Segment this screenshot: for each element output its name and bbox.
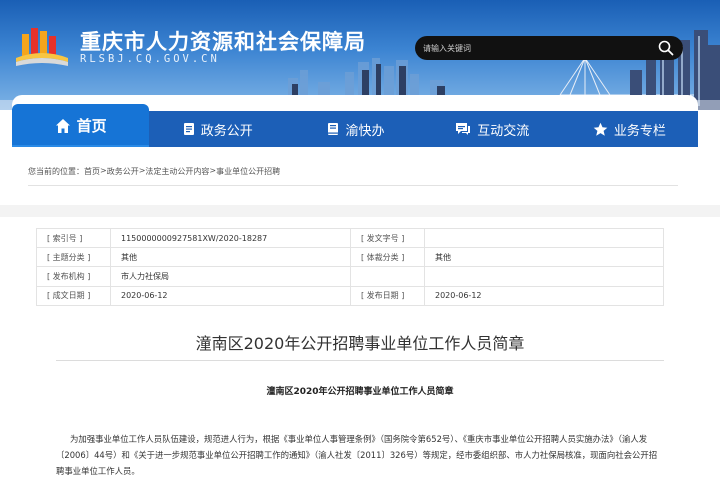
- meta-value: [424, 266, 664, 287]
- nav-item-interaction[interactable]: 互动交流: [424, 111, 561, 147]
- breadcrumb-link-recruitment[interactable]: 事业单位公开招聘: [216, 166, 280, 177]
- nav-label-gov-affairs: 政务公开: [200, 123, 253, 139]
- nav-label-interaction: 互动交流: [477, 123, 530, 139]
- search-input[interactable]: [423, 40, 645, 56]
- meta-value: 其他: [424, 247, 664, 268]
- meta-key: [ 发布机构 ]: [36, 266, 111, 287]
- site-domain: RLSBJ.CQ.GOV.CN: [80, 53, 220, 65]
- table-row: [ 发布机构 ] 市人力社保局: [36, 266, 664, 287]
- meta-value: 1150000000927581XW/2020-18287: [110, 227, 351, 249]
- meta-value: [424, 227, 664, 249]
- meta-key: [ 成文日期 ]: [36, 285, 111, 306]
- meta-value: 其他: [110, 247, 351, 268]
- meta-key: [ 主题分类 ]: [36, 247, 111, 268]
- breadcrumb-link-statutory[interactable]: 法定主动公开内容: [145, 166, 209, 177]
- meta-key: [ 发布日期 ]: [350, 285, 425, 306]
- article-subtitle: 潼南区2020年公开招聘事业单位工作人员简章: [266, 387, 454, 397]
- document-meta-table: [ 索引号 ] 1150000000927581XW/2020-18287 [ …: [36, 227, 664, 306]
- table-row: [ 索引号 ] 1150000000927581XW/2020-18287 [ …: [36, 227, 664, 249]
- nav-label-business: 业务专栏: [613, 123, 666, 139]
- article-paragraph: 为加强事业单位工作人员队伍建设，规范进人行为，根据《事业单位人事管理条例》（国务…: [56, 434, 658, 476]
- book-icon: [326, 122, 340, 136]
- breadcrumb-link-gov-affairs[interactable]: 政务公开: [107, 166, 139, 177]
- breadcrumb: 您当前的位置： 首页 > 政务公开 > 法定主动公开内容 > 事业单位公开招聘: [28, 166, 678, 186]
- chat-icon: [455, 122, 471, 136]
- nav-label-yukuaiban: 渝快办: [345, 123, 385, 139]
- breadcrumb-separator: >: [209, 166, 217, 175]
- document-icon: [183, 122, 195, 136]
- site-title: 重庆市人力资源和社会保障局: [80, 30, 366, 54]
- table-row: [ 主题分类 ] 其他 [ 体裁分类 ] 其他: [36, 247, 664, 268]
- meta-value: 2020-06-12: [424, 285, 664, 306]
- breadcrumb-prefix: 您当前的位置：: [28, 167, 84, 176]
- meta-key: [ 体裁分类 ]: [350, 247, 425, 268]
- nav-item-gov-affairs[interactable]: 政务公开: [149, 111, 286, 147]
- title-divider: [56, 360, 664, 361]
- search-box: [415, 36, 683, 60]
- meta-key: [350, 266, 425, 287]
- main-nav: 首页 政务公开 渝快办 互动交流 业务专栏: [12, 104, 698, 147]
- nav-item-home[interactable]: 首页: [12, 104, 150, 147]
- breadcrumb-link-home[interactable]: 首页: [84, 166, 100, 177]
- logo-icon: [16, 28, 68, 66]
- nav-item-business[interactable]: 业务专栏: [561, 111, 698, 147]
- nav-label-home: 首页: [76, 117, 107, 135]
- meta-value: 市人力社保局: [110, 266, 351, 287]
- table-row: [ 成文日期 ] 2020-06-12 [ 发布日期 ] 2020-06-12: [36, 285, 664, 306]
- nav-item-yukuaiban[interactable]: 渝快办: [286, 111, 423, 147]
- header-banner: 重庆市人力资源和社会保障局 RLSBJ.CQ.GOV.CN: [0, 0, 720, 110]
- star-icon: [593, 122, 608, 137]
- article-title: 潼南区2020年公开招聘事业单位工作人员简章: [195, 334, 525, 353]
- breadcrumb-separator: >: [138, 166, 146, 175]
- meta-value: 2020-06-12: [110, 285, 351, 306]
- section-divider: [0, 205, 720, 217]
- breadcrumb-separator: >: [100, 166, 107, 175]
- meta-key: [ 索引号 ]: [36, 227, 111, 249]
- home-icon: [55, 118, 71, 134]
- search-icon[interactable]: [657, 39, 675, 57]
- meta-key: [ 发文字号 ]: [350, 227, 425, 249]
